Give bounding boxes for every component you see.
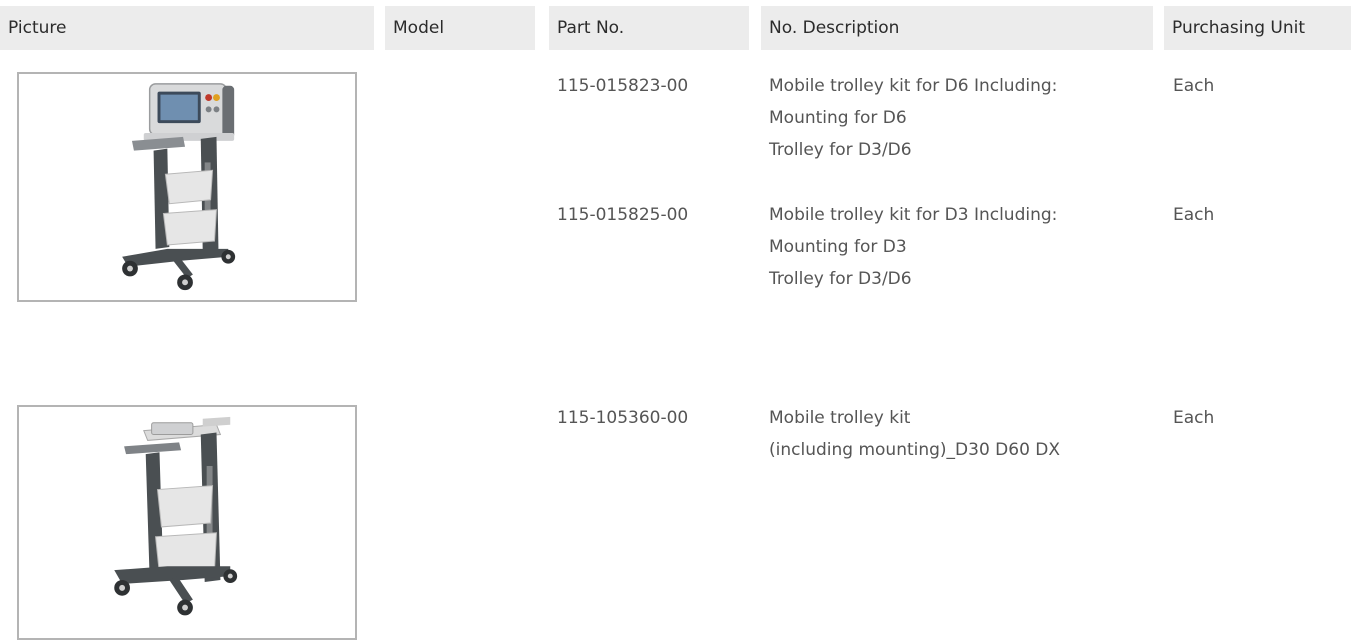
column-header-model: Model bbox=[385, 6, 535, 50]
part-description: Mobile trolley kit (including mounting)_… bbox=[769, 402, 1060, 466]
column-header-purchasing-unit: Purchasing Unit bbox=[1164, 6, 1351, 50]
product-picture-trolley-d30-d60-dx bbox=[17, 405, 357, 640]
purchasing-unit: Each bbox=[1173, 76, 1215, 96]
product-picture-trolley-d6-d3 bbox=[17, 72, 357, 302]
description-line: Mounting for D6 bbox=[769, 108, 907, 128]
column-header-description: No. Description bbox=[761, 6, 1153, 50]
description-line: (including mounting)_D30 D60 DX bbox=[769, 440, 1061, 460]
description-line: Trolley for D3/D6 bbox=[769, 140, 912, 160]
part-description: Mobile trolley kit for D3 Including: Mou… bbox=[769, 199, 1057, 295]
part-number: 115-015823-00 bbox=[557, 76, 689, 96]
description-line: Mounting for D3 bbox=[769, 237, 907, 257]
part-number: 115-015825-00 bbox=[557, 205, 689, 225]
trolley-with-mounting-image bbox=[114, 416, 238, 616]
trolley-with-defibrillator-image bbox=[122, 83, 236, 291]
column-header-picture: Picture bbox=[0, 6, 374, 50]
purchasing-unit: Each bbox=[1173, 205, 1215, 225]
description-line: Trolley for D3/D6 bbox=[769, 269, 912, 289]
purchasing-unit: Each bbox=[1173, 408, 1215, 428]
column-header-part-no: Part No. bbox=[549, 6, 749, 50]
description-line: Mobile trolley kit for D3 Including: bbox=[769, 205, 1058, 225]
part-number: 115-105360-00 bbox=[557, 408, 689, 428]
description-line: Mobile trolley kit for D6 Including: bbox=[769, 76, 1058, 96]
description-line: Mobile trolley kit bbox=[769, 408, 911, 428]
part-description: Mobile trolley kit for D6 Including: Mou… bbox=[769, 70, 1057, 166]
